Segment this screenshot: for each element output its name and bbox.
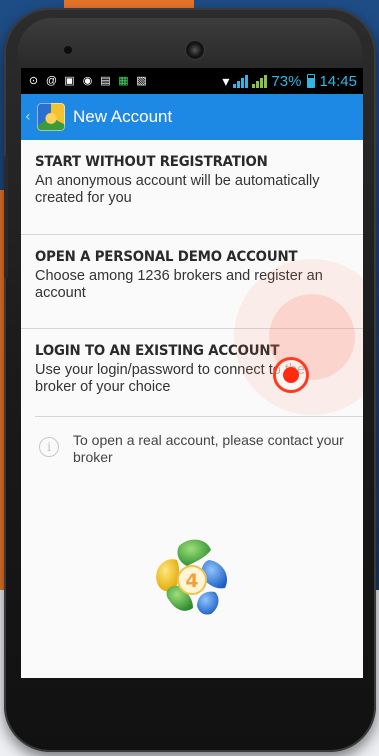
option-open-demo-account[interactable]: OPEN A PERSONAL DEMO ACCOUNT Choose amon… [21,234,363,328]
phone-sensor [64,46,72,54]
wifi-icon: ▾ [222,72,230,89]
phone-screen: ⊙ @ ▣ ◉ ▤ ▦ ▧ ▾ 73% 14:45 ‹ New Account [21,68,363,678]
gallery-icon: ▣ [64,74,75,87]
at-sign-icon: @ [45,74,58,87]
option-description: Use your login/password to connect to th… [35,362,306,395]
option-description: An anonymous account will be automatical… [35,173,320,206]
option-login-existing-account[interactable]: LOGIN TO AN EXISTING ACCOUNT Use your lo… [21,328,363,422]
store-icon: ▦ [118,74,129,87]
front-camera [186,41,204,59]
shopping-bag-icon: ▧ [136,74,147,87]
info-icon: i [39,437,59,457]
info-text: To open a real account, please contact y… [73,432,344,465]
message-icon: ▤ [100,74,111,87]
option-title: OPEN A PERSONAL DEMO ACCOUNT [35,249,298,265]
back-chevron-icon[interactable]: ‹ [25,109,33,125]
voicemail-icon: ⊙ [28,74,39,87]
app-logo-icon[interactable] [37,103,65,131]
clock: 14:45 [319,72,357,90]
battery-icon [307,74,316,88]
metatrader-logo: 4 [156,539,228,615]
option-title: LOGIN TO AN EXISTING ACCOUNT [35,343,280,359]
page-title: New Account [73,107,173,126]
notification-icons: ⊙ @ ▣ ◉ ▤ ▦ ▧ [27,75,148,88]
signal-icon-2 [252,74,268,88]
chat-bubble-icon: ◉ [82,74,93,87]
option-description: Choose among 1236 brokers and register a… [35,268,323,301]
volume-button [4,156,8,278]
signal-icon [233,74,249,88]
option-title: START WITHOUT REGISTRATION [35,154,268,170]
action-bar: ‹ New Account [21,94,363,140]
info-note: i To open a real account, please contact… [39,432,355,466]
battery-percent: 73% [271,72,302,90]
status-right: ▾ 73% 14:45 [222,73,357,90]
logo-number: 4 [185,570,198,592]
option-start-without-registration[interactable]: START WITHOUT REGISTRATION An anonymous … [21,140,363,234]
list-divider [35,416,363,417]
account-options-list: START WITHOUT REGISTRATION An anonymous … [21,140,363,422]
status-bar: ⊙ @ ▣ ◉ ▤ ▦ ▧ ▾ 73% 14:45 [21,68,363,94]
